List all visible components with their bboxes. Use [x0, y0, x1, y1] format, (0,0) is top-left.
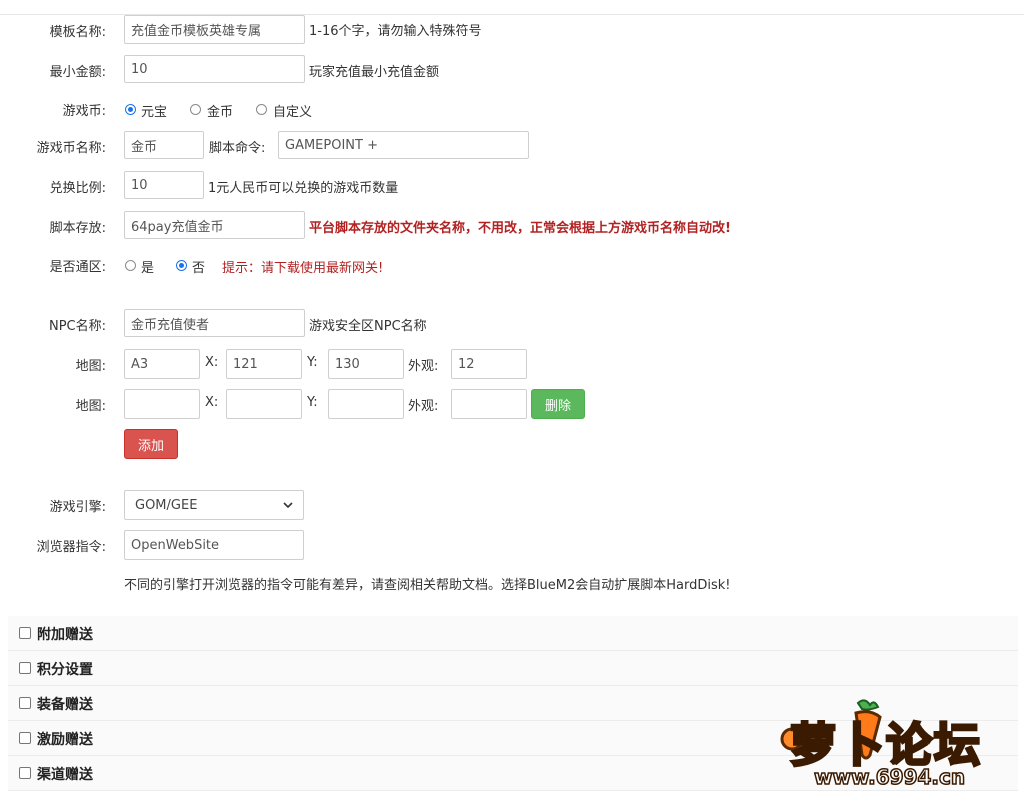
y-input-1[interactable]: 130: [328, 349, 404, 379]
look-label-2: 外观:: [408, 399, 439, 414]
currency-option-custom: 自定义: [273, 105, 313, 120]
section-checkbox[interactable]: [19, 767, 31, 779]
ratio-label: 兑换比例:: [49, 180, 106, 196]
section-extra-gift[interactable]: 附加赠送: [8, 616, 1018, 651]
browser-cmd-label: 浏览器指令:: [36, 539, 106, 555]
browser-cmd-note: 不同的引擎打开浏览器的指令可能有差异，请查阅相关帮助文档。选择BlueM2会自动…: [124, 578, 731, 593]
map-label-1: 地图:: [75, 358, 106, 374]
section-title: 装备赠送: [37, 697, 93, 713]
cross-zone-option-no: 否: [192, 261, 206, 276]
y-label-2: Y:: [307, 395, 318, 410]
section-points-settings[interactable]: 积分设置: [8, 651, 1018, 686]
npc-name-hint: 游戏安全区NPC名称: [309, 319, 427, 334]
section-title: 渠道赠送: [37, 767, 93, 783]
cross-zone-option-yes: 是: [141, 261, 155, 276]
look-label-1: 外观:: [408, 359, 439, 374]
ratio-hint: 1元人民币可以兑换的游戏币数量: [208, 181, 399, 196]
min-amount-label: 最小金额:: [49, 64, 106, 80]
currency-option-yuanbao: 元宝: [141, 105, 168, 120]
min-amount-input[interactable]: 10: [124, 55, 305, 83]
engine-label: 游戏引擎:: [49, 499, 106, 515]
npc-name-input[interactable]: 金币充值使者: [124, 309, 305, 337]
cross-zone-radio-yes[interactable]: [125, 260, 136, 271]
chevron-down-icon: [283, 501, 293, 508]
map-input-1[interactable]: A3: [124, 349, 200, 379]
script-store-hint: 平台脚本存放的文件夹名称，不用改，正常会根据上方游戏币名称自动改!: [309, 221, 731, 236]
currency-name-input[interactable]: 金币: [124, 131, 204, 159]
look-input-2[interactable]: [451, 389, 527, 419]
game-currency-label: 游戏币:: [62, 103, 106, 119]
currency-option-gold: 金币: [207, 105, 234, 120]
ratio-input[interactable]: 10: [124, 171, 204, 199]
script-store-label: 脚本存放:: [49, 220, 106, 236]
section-title: 激励赠送: [37, 732, 93, 748]
map-label-2: 地图:: [75, 398, 106, 414]
x-input-2[interactable]: [226, 389, 302, 419]
script-store-input[interactable]: 64pay充值金币: [124, 211, 305, 239]
currency-radio-gold[interactable]: [190, 104, 201, 115]
add-button[interactable]: 添加: [124, 429, 178, 459]
template-name-input[interactable]: 充值金币模板英雄专属: [124, 15, 305, 44]
currency-radio-custom[interactable]: [256, 104, 267, 115]
section-title: 附加赠送: [37, 627, 93, 643]
min-amount-hint: 玩家充值最小充值金额: [309, 65, 440, 80]
delete-button[interactable]: 删除: [531, 389, 585, 419]
npc-name-label: NPC名称:: [48, 318, 106, 334]
template-name-label: 模板名称:: [49, 24, 106, 40]
section-checkbox[interactable]: [19, 627, 31, 639]
x-label-2: X:: [205, 395, 219, 410]
cross-zone-radio-no[interactable]: [176, 260, 187, 271]
cross-zone-tip: 提示：请下载使用最新网关!: [222, 261, 384, 276]
template-name-hint: 1-16个字，请勿输入特殊符号: [309, 24, 482, 39]
browser-cmd-input[interactable]: OpenWebSite: [124, 530, 304, 560]
engine-select[interactable]: GOM/GEE: [124, 490, 304, 520]
section-checkbox[interactable]: [19, 732, 31, 744]
engine-select-value: GOM/GEE: [135, 497, 198, 513]
y-input-2[interactable]: [328, 389, 404, 419]
section-title: 积分设置: [37, 662, 93, 678]
look-input-1[interactable]: 12: [451, 349, 527, 379]
script-command-label: 脚本命令:: [209, 141, 266, 156]
section-checkbox[interactable]: [19, 697, 31, 709]
y-label-1: Y:: [307, 355, 318, 370]
currency-radio-yuanbao[interactable]: [125, 104, 136, 115]
x-label-1: X:: [205, 355, 219, 370]
watermark-url: www.6994.cn: [813, 764, 966, 790]
script-command-input[interactable]: GAMEPOINT +: [278, 131, 529, 159]
cross-zone-label: 是否通区:: [49, 259, 106, 275]
map-input-2[interactable]: [124, 389, 200, 419]
currency-name-label: 游戏币名称:: [36, 140, 106, 156]
x-input-1[interactable]: 121: [226, 349, 302, 379]
section-checkbox[interactable]: [19, 662, 31, 674]
watermark-logo: 萝卜论坛 www.6994.cn: [770, 695, 1010, 795]
